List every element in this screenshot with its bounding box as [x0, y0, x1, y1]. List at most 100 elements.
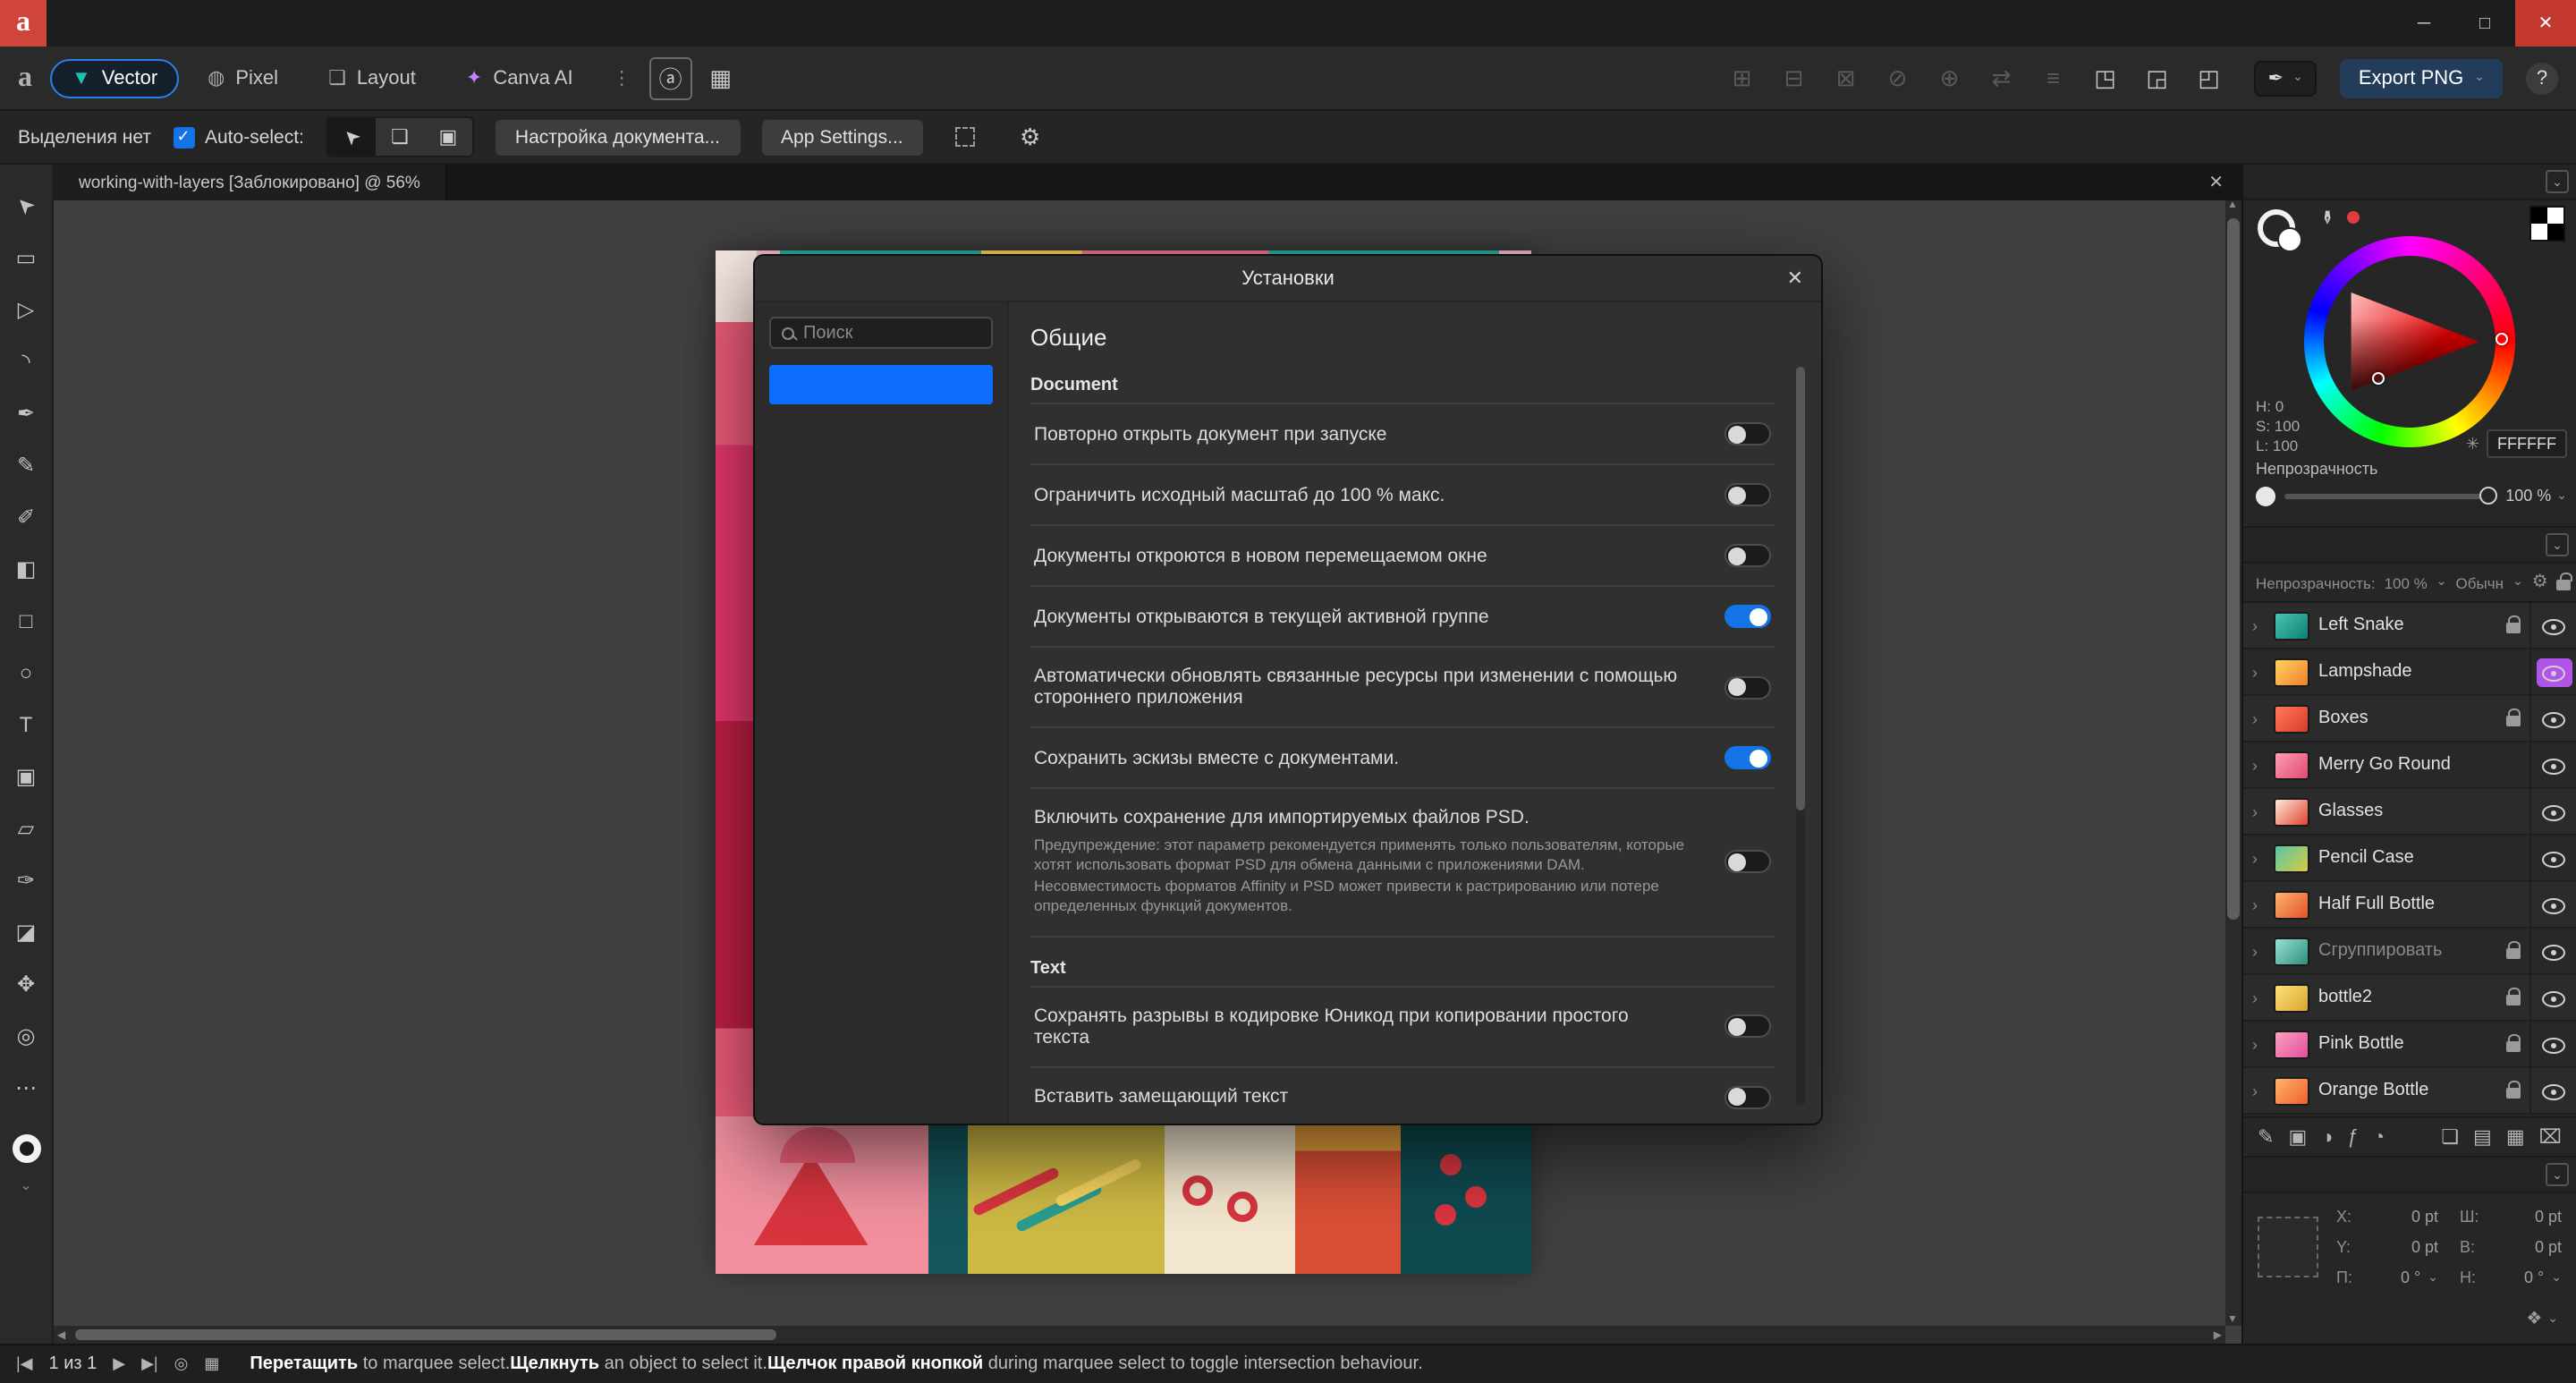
- layer-row[interactable]: Merry Go Round: [2243, 742, 2576, 789]
- toggle-switch[interactable]: [1724, 1086, 1771, 1109]
- clipboard-icon[interactable]: ▦: [204, 1354, 219, 1374]
- menu-item[interactable]: [290, 0, 329, 47]
- layer-visibility-toggle[interactable]: [2536, 937, 2572, 965]
- select-same-button[interactable]: ❏: [376, 118, 424, 156]
- layer-visibility-toggle[interactable]: [2536, 983, 2572, 1012]
- layer-lock-icon[interactable]: [2506, 948, 2521, 959]
- boolean-divide-icon[interactable]: ⊘: [1877, 56, 1919, 99]
- select-cursor-button[interactable]: ➤: [327, 118, 376, 156]
- menu-item[interactable]: [93, 0, 132, 47]
- colour-triangle[interactable]: [2333, 265, 2487, 419]
- menu-item[interactable]: [211, 0, 250, 47]
- toggle-switch[interactable]: [1724, 675, 1771, 699]
- preferences-category[interactable]: [769, 612, 993, 651]
- scrollbar-thumb[interactable]: [2227, 218, 2240, 920]
- preferences-category[interactable]: [769, 447, 993, 487]
- layer-row[interactable]: bottle2: [2243, 975, 2576, 1022]
- first-page-icon[interactable]: |◀: [16, 1354, 33, 1374]
- adjustment-layer-icon[interactable]: ◑: [2321, 1126, 2333, 1148]
- close-button[interactable]: ✕: [2515, 0, 2576, 47]
- layer-lock-icon[interactable]: [2557, 580, 2572, 590]
- node-tool-icon[interactable]: ▷: [3, 283, 49, 335]
- persona-button[interactable]: ✦ Canva AI: [445, 57, 595, 98]
- preferences-category[interactable]: [769, 776, 993, 816]
- document-setup-button[interactable]: Настройка документа...: [496, 119, 740, 155]
- expand-chevron-icon[interactable]: [2252, 988, 2265, 1006]
- more-tools-icon[interactable]: ⋯: [3, 1061, 49, 1113]
- menu-item[interactable]: [408, 0, 447, 47]
- last-page-icon[interactable]: ▶|: [141, 1354, 158, 1374]
- next-page-icon[interactable]: ▶: [113, 1354, 125, 1374]
- menu-item[interactable]: [132, 0, 172, 47]
- preferences-category[interactable]: [769, 653, 993, 692]
- frame-text-tool-icon[interactable]: T: [3, 698, 49, 750]
- expand-chevron-icon[interactable]: [2252, 616, 2265, 634]
- transform-field[interactable]: П: 0 °: [2336, 1268, 2438, 1286]
- app-settings-button[interactable]: App Settings...: [761, 119, 923, 155]
- hex-value-field[interactable]: FFFFFF: [2487, 429, 2567, 458]
- preferences-category[interactable]: [769, 406, 993, 445]
- toggle-switch[interactable]: [1724, 422, 1771, 445]
- layer-visibility-toggle[interactable]: [2536, 1076, 2572, 1105]
- preferences-category[interactable]: [769, 900, 993, 939]
- tab-close-icon[interactable]: ✕: [2190, 173, 2241, 192]
- transform-field[interactable]: X: 0 pt: [2336, 1208, 2438, 1226]
- export-png-button[interactable]: Export PNG: [2341, 58, 2503, 98]
- expand-chevron-icon[interactable]: [2252, 849, 2265, 867]
- expand-chevron-icon[interactable]: [2252, 942, 2265, 960]
- zoom-tool-icon[interactable]: ◎: [3, 1009, 49, 1061]
- blend-options-icon[interactable]: ◔: [2373, 1126, 2385, 1148]
- document-tab[interactable]: working-with-layers [Заблокировано] @ 56…: [54, 165, 447, 200]
- panel-collapse-icon[interactable]: [2546, 1163, 2569, 1186]
- expand-chevron-icon[interactable]: [2252, 895, 2265, 913]
- preferences-category[interactable]: [769, 941, 993, 980]
- layer-row[interactable]: Boxes: [2243, 696, 2576, 742]
- toggle-switch[interactable]: [1724, 605, 1771, 628]
- search-input[interactable]: [803, 323, 980, 343]
- alignment-icon[interactable]: ≡: [2032, 56, 2075, 99]
- preferences-category[interactable]: [769, 818, 993, 857]
- layer-lock-icon[interactable]: [2506, 623, 2521, 633]
- layer-lock-icon[interactable]: [2506, 716, 2521, 726]
- boolean-add-icon[interactable]: ⊞: [1721, 56, 1764, 99]
- studio-grid-icon[interactable]: ▦: [699, 56, 742, 99]
- vector-brush-tool-icon[interactable]: ✐: [3, 490, 49, 542]
- layer-settings-gear-icon[interactable]: ⚙: [2532, 573, 2548, 592]
- layer-lock-icon[interactable]: [2506, 995, 2521, 1005]
- delete-layer-icon[interactable]: ⌧: [2539, 1125, 2562, 1149]
- transform-field[interactable]: Y: 0 pt: [2336, 1238, 2438, 1256]
- layer-row[interactable]: Pencil Case: [2243, 836, 2576, 882]
- transform-anchor-icon[interactable]: ❖: [2526, 1310, 2558, 1329]
- layer-visibility-toggle[interactable]: [2536, 890, 2572, 919]
- persona-button[interactable]: ❏ Layout: [307, 57, 437, 98]
- blend-mode-select[interactable]: Обычн: [2456, 573, 2504, 591]
- flip-horizontal-icon[interactable]: ⇄: [1980, 56, 2023, 99]
- menu-item[interactable]: [172, 0, 211, 47]
- preferences-category[interactable]: [769, 571, 993, 610]
- slider-knob[interactable]: [2256, 486, 2275, 505]
- persona-button[interactable]: ◍ Pixel: [186, 57, 300, 98]
- opacity-checker-swatch[interactable]: [2529, 206, 2565, 242]
- expand-chevron-icon[interactable]: [2252, 1082, 2265, 1099]
- panel-collapse-icon[interactable]: [2546, 533, 2569, 556]
- transparency-tool-icon[interactable]: ◪: [3, 905, 49, 957]
- dialog-close-button[interactable]: ✕: [1787, 256, 1803, 301]
- corner-tool-icon[interactable]: ◝: [3, 335, 49, 386]
- move-tool-icon[interactable]: ➤: [3, 179, 49, 231]
- layer-lock-icon[interactable]: [2506, 1088, 2521, 1099]
- place-image-tool-icon[interactable]: ▣: [3, 750, 49, 802]
- help-button[interactable]: ?: [2526, 62, 2558, 94]
- gradient-tool-icon[interactable]: ◧: [3, 542, 49, 594]
- menu-item[interactable]: [369, 0, 408, 47]
- layer-visibility-toggle[interactable]: [2536, 751, 2572, 779]
- fill-stroke-selector[interactable]: [12, 1134, 40, 1163]
- duplicate-layer-icon[interactable]: ❏: [2441, 1125, 2459, 1149]
- vertical-scrollbar[interactable]: [2225, 200, 2241, 1326]
- assistant-icon[interactable]: ◲: [2136, 56, 2179, 99]
- pencil-tool-icon[interactable]: ✎: [3, 438, 49, 490]
- insert-target-icon[interactable]: ◰: [2188, 56, 2231, 99]
- group-layers-icon[interactable]: ▤: [2473, 1125, 2492, 1149]
- opacity-slider[interactable]: 100 %: [2256, 483, 2567, 508]
- ellipse-tool-icon[interactable]: ○: [3, 646, 49, 698]
- hue-selector-dot[interactable]: [2496, 333, 2508, 345]
